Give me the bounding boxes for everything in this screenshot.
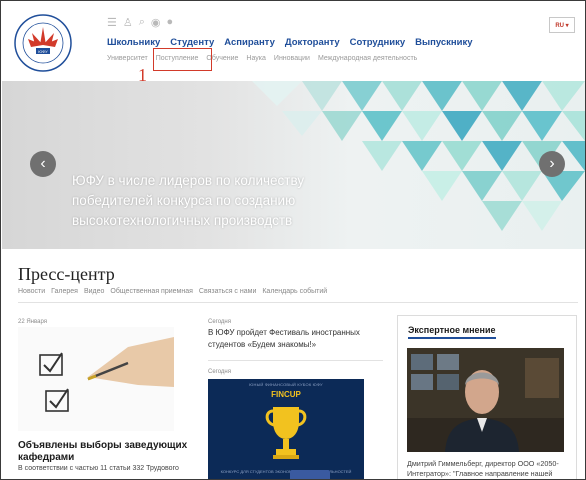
subnav-science[interactable]: Наука <box>246 55 265 62</box>
news-divider <box>208 360 383 361</box>
press-center-title: Пресс-центр <box>18 264 115 284</box>
nav-alumni[interactable]: Выпускнику <box>415 37 472 48</box>
chevron-left-icon: ‹ <box>40 155 46 172</box>
expert-caption[interactable]: Дмитрий Гиммельберг, директор ООО «2050-… <box>407 459 572 479</box>
banner-next-button[interactable]: › <box>539 151 565 177</box>
trophy-icon <box>265 407 307 459</box>
checklist-image[interactable] <box>18 327 174 431</box>
press-nav-calendar[interactable]: Календарь событий <box>262 288 327 295</box>
chevron-right-icon: › <box>549 155 555 172</box>
search-icon[interactable]: ⌕ <box>139 16 145 29</box>
press-nav-contact[interactable]: Связаться с нами <box>199 288 256 295</box>
press-divider <box>18 302 578 303</box>
news-title[interactable]: Объявлены выборы заведующих кафедрами <box>18 440 188 464</box>
expert-opinion-widget: Экспертное мнение Дмитрий Гиммельберг, д… <box>397 315 577 479</box>
press-nav-video[interactable]: Видео <box>84 288 104 295</box>
expert-photo[interactable] <box>407 348 564 452</box>
banner-prev-button[interactable]: ‹ <box>30 151 56 177</box>
fincup-title: FINCUP <box>271 390 301 399</box>
news-title[interactable]: В ЮФУ пройдет Фестиваль иностранных студ… <box>208 327 378 351</box>
news-excerpt: В соответствии с частью 11 статьи 332 Тр… <box>18 465 179 472</box>
press-nav-news[interactable]: Новости <box>18 288 45 295</box>
language-selector[interactable]: RU ▾ <box>549 17 575 33</box>
nav-staff[interactable]: Сотруднику <box>350 37 405 48</box>
expert-opinion-title: Экспертное мнение <box>408 325 496 339</box>
nav-postgraduate[interactable]: Аспиранту <box>224 37 275 48</box>
subnav-university[interactable]: Университет <box>107 55 148 62</box>
accessibility-icon[interactable]: ◉ <box>151 16 161 29</box>
news-date: Сегодня <box>208 369 231 375</box>
press-nav: Новости Галерея Видео Общественная прием… <box>18 288 327 295</box>
fincup-subtitle: ЮНЫЙ ФИНАНСОВЫЙ КУБОК ЮФУ <box>249 382 323 387</box>
social-icon[interactable]: ● <box>167 16 174 28</box>
expert-portrait <box>407 348 564 452</box>
page-frame: ЮФУ ☰ ♙ ⌕ ◉ ● RU ▾ Школьнику Студенту Ас… <box>0 0 586 480</box>
nav-doctoral[interactable]: Докторанту <box>285 37 340 48</box>
menu-icon[interactable]: ☰ <box>107 16 117 29</box>
nav-school[interactable]: Школьнику <box>107 37 160 48</box>
admission-highlight-box <box>153 48 212 71</box>
news-date: Сегодня <box>208 319 231 325</box>
banner-headline[interactable]: ЮФУ в числе лидеров по количеству победи… <box>72 171 342 231</box>
nav-student[interactable]: Студенту <box>170 37 214 48</box>
bottom-scroll-tab[interactable] <box>290 470 330 479</box>
svg-text:ЮФУ: ЮФУ <box>38 49 48 54</box>
news-date: 22 Января <box>18 319 47 325</box>
university-logo[interactable]: ЮФУ <box>13 13 73 73</box>
hero-banner[interactable]: ЮФУ в числе лидеров по количеству победи… <box>2 81 585 249</box>
subnav-innovation[interactable]: Инновации <box>274 55 310 62</box>
user-icon[interactable]: ♙ <box>123 16 133 29</box>
utility-icons: ☰ ♙ ⌕ ◉ ● <box>107 15 173 29</box>
press-nav-gallery[interactable]: Галерея <box>51 288 78 295</box>
fincup-image[interactable]: ЮНЫЙ ФИНАНСОВЫЙ КУБОК ЮФУ FINCUP КОНКУРС… <box>208 379 364 479</box>
fincup-caption: КОНКУРС ДЛЯ СТУДЕНТОВ ЭКОНОМИЧЕСКИХ СПЕЦ… <box>220 469 352 474</box>
subnav-international[interactable]: Международная деятельность <box>318 55 417 62</box>
press-nav-reception[interactable]: Общественная приемная <box>110 288 192 295</box>
main-nav: Школьнику Студенту Аспиранту Докторанту … <box>107 37 473 48</box>
